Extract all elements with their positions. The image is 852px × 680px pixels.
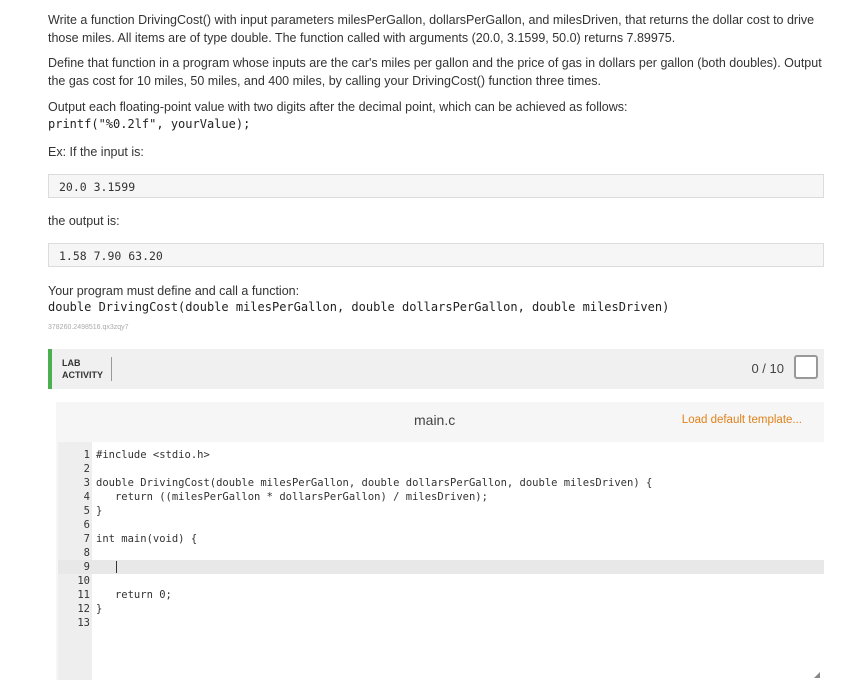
code-line[interactable]: 3 double DrivingCost(double milesPerGallo… (58, 476, 824, 490)
example-output-box: 1.58 7.90 63.20 (48, 243, 824, 267)
editor-panel: main.c Load default template... 1 #includ… (56, 402, 824, 680)
lab-activity-label: LAB ACTIVITY (62, 357, 103, 381)
code-text: } (96, 603, 103, 615)
line-number: 8 (83, 547, 90, 559)
code-line[interactable]: 8 (58, 546, 824, 560)
code-line[interactable]: 11 return 0; (58, 588, 824, 602)
code-text: } (96, 505, 103, 517)
example-input-box: 20.0 3.1599 (48, 174, 824, 198)
output-label: the output is: (48, 214, 120, 228)
code-line[interactable]: 2 (58, 462, 824, 476)
code-text: #include <stdio.h> (96, 449, 210, 461)
code-line[interactable]: 7 int main(void) { (58, 532, 824, 546)
line-number: 5 (83, 505, 90, 517)
code-line[interactable]: 5} (58, 504, 824, 518)
instruction-paragraph-3: Output each floating-point value with tw… (48, 100, 628, 114)
printf-example: printf("%0.2lf", yourValue); (48, 117, 251, 131)
file-name: main.c (414, 412, 456, 428)
code-text: return ((milesPerGallon * dollarsPerGall… (96, 491, 488, 503)
line-number: 11 (77, 589, 90, 601)
line-number: 10 (77, 575, 90, 587)
must-define-text: Your program must define and call a func… (48, 284, 300, 298)
code-text: double DrivingCost(double milesPerGallon… (96, 477, 653, 489)
code-line[interactable]: 10 (58, 574, 824, 588)
code-editor[interactable]: 1 #include <stdio.h> 2 3 double DrivingCost(… (58, 442, 824, 680)
lab-label-line2: ACTIVITY (62, 370, 104, 380)
code-line[interactable]: 4 return ((milesPerGallon * dollarsPerGa… (58, 490, 824, 504)
instruction-paragraph-1: Write a function DrivingCost() with inpu… (48, 13, 815, 45)
code-line[interactable]: 13 (58, 616, 824, 630)
line-number: 6 (83, 519, 90, 531)
instruction-paragraph-2: Define that function in a program whose … (48, 56, 822, 88)
code-text: return 0; (96, 589, 172, 601)
line-number: 4 (83, 491, 90, 503)
load-default-template-link[interactable]: Load default template... (682, 414, 802, 426)
code-text: int main(void) { (96, 533, 198, 545)
example-label: Ex: If the input is: (48, 145, 144, 159)
code-line[interactable]: 12} (58, 602, 824, 616)
line-number: 7 (83, 533, 90, 545)
line-number: 2 (83, 463, 90, 475)
line-number: 13 (77, 617, 90, 629)
line-number: 1 (83, 449, 90, 461)
resize-handle-icon[interactable] (814, 672, 820, 678)
code-line[interactable]: 9 (58, 560, 824, 574)
line-number: 9 (83, 561, 90, 573)
code-line[interactable]: 6 (58, 518, 824, 532)
function-signature: double DrivingCost(double milesPerGallon… (48, 300, 670, 314)
score-text: 0 / 10 (751, 361, 784, 376)
lab-divider (111, 357, 112, 381)
text-cursor (116, 561, 117, 573)
line-number: 3 (83, 477, 90, 489)
lab-activity-bar: LAB ACTIVITY 0 / 10 (48, 349, 824, 389)
lab-label-line1: LAB (62, 358, 81, 368)
completion-checkbox (794, 355, 818, 379)
code-line[interactable]: 1 #include <stdio.h> (58, 448, 824, 462)
line-number: 12 (77, 603, 90, 615)
activity-id: 378260.2498516.qx3zqy7 (48, 324, 129, 331)
